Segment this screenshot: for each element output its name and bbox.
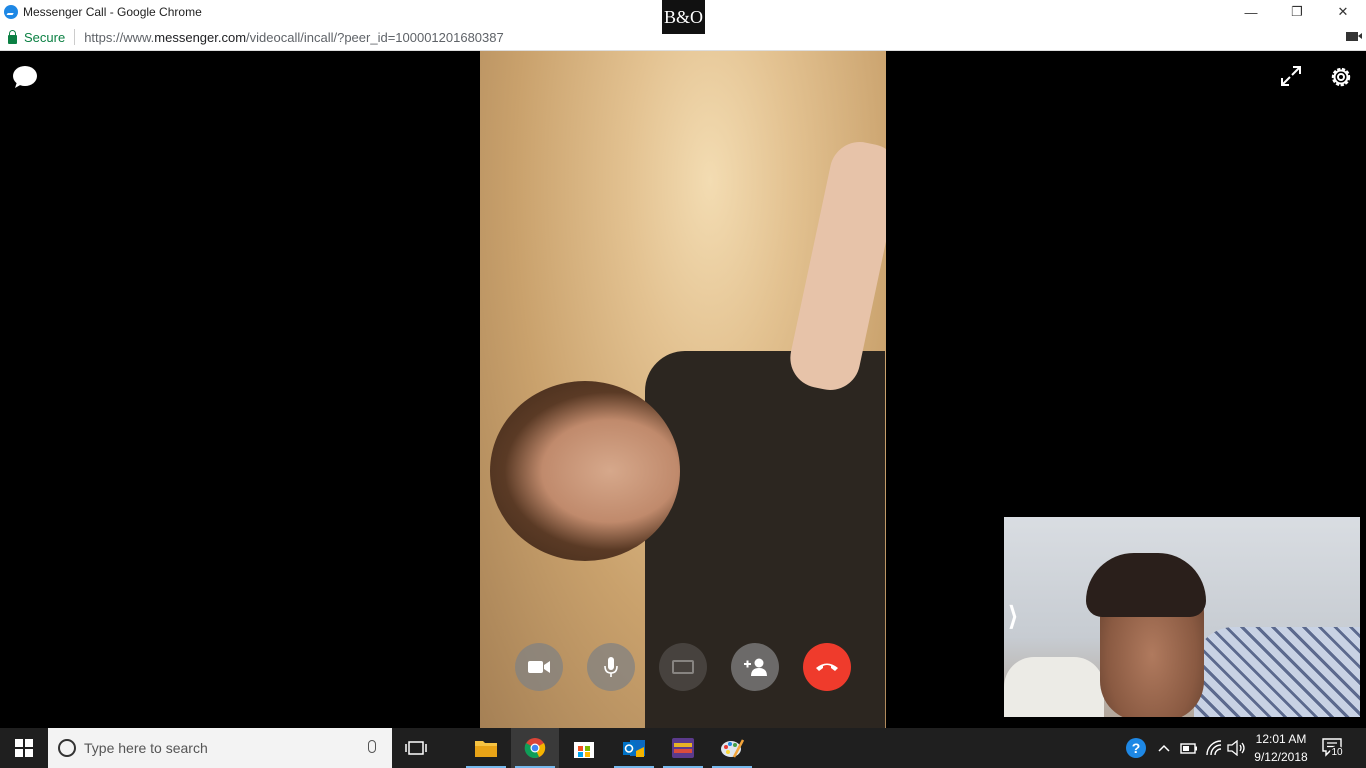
windows-icon (15, 739, 33, 757)
url-host[interactable]: messenger.com (154, 30, 246, 45)
video-camera-icon (528, 661, 550, 673)
battery-icon (1180, 743, 1197, 754)
microphone-icon (604, 657, 618, 677)
taskbar-outlook[interactable] (610, 728, 658, 768)
call-area: ⟩ (0, 51, 1366, 728)
self-view-blanket (1194, 627, 1360, 717)
cortana-icon (58, 739, 76, 757)
camera-in-use-icon[interactable] (1346, 32, 1362, 41)
game-app-icon (672, 738, 694, 758)
microphone-icon[interactable] (368, 740, 376, 753)
lock-icon[interactable] (8, 29, 17, 44)
window-title: Messenger Call - Google Chrome (23, 5, 202, 19)
outlook-icon (623, 740, 645, 757)
search-placeholder[interactable]: Type here to search (84, 740, 208, 756)
taskbar-google-chrome[interactable] (511, 728, 559, 768)
battery-tray-button[interactable] (1178, 728, 1200, 768)
start-button[interactable] (0, 728, 48, 768)
chat-icon[interactable] (12, 65, 38, 89)
volume-tray-button[interactable] (1226, 728, 1248, 768)
add-person-button[interactable] (731, 643, 779, 691)
gear-icon[interactable] (1328, 64, 1354, 90)
end-call-button[interactable] (803, 643, 851, 691)
self-view-video[interactable]: ⟩ (1004, 517, 1360, 717)
chevron-up-icon (1158, 744, 1170, 752)
url-path[interactable]: /videocall/incall/?peer_id=1000012016803… (246, 30, 504, 45)
task-view-icon (405, 741, 427, 755)
chrome-icon (524, 738, 546, 758)
clock-time: 12:01 AM (1255, 732, 1307, 746)
minimize-button[interactable]: — (1228, 0, 1274, 24)
taskbar-game-app[interactable] (659, 728, 707, 768)
restore-button[interactable]: ❐ (1274, 0, 1320, 24)
remote-video (480, 51, 886, 728)
collapse-self-view-icon[interactable]: ⟩ (1008, 601, 1018, 632)
paint-palette-icon (721, 739, 744, 758)
speaker-icon (1227, 740, 1245, 756)
network-tray-button[interactable] (1202, 728, 1226, 768)
call-controls (515, 643, 855, 691)
taskbar-file-explorer[interactable] (462, 728, 510, 768)
wifi-icon (1206, 740, 1222, 756)
messenger-icon (4, 5, 18, 19)
taskbar-clock[interactable]: 12:01 AM 9/12/2018 (1246, 730, 1316, 766)
hang-up-icon (816, 663, 838, 671)
clock-date: 9/12/2018 (1254, 750, 1308, 764)
close-button[interactable]: ✕ (1320, 0, 1366, 24)
taskbar-microsoft-store[interactable] (560, 728, 608, 768)
taskbar-paint[interactable] (708, 728, 756, 768)
microphone-toggle-button[interactable] (587, 643, 635, 691)
help-icon: ? (1126, 738, 1146, 758)
help-tray-button[interactable]: ? (1124, 728, 1148, 768)
show-hidden-icons-button[interactable] (1154, 728, 1174, 768)
store-icon (574, 742, 594, 758)
remote-video-head (490, 381, 680, 561)
folder-icon (475, 741, 497, 757)
windows-taskbar: Type here to search ? 12:01 AM 9/12/2018… (0, 728, 1366, 768)
security-label[interactable]: Secure (24, 30, 65, 45)
taskbar-search-box[interactable]: Type here to search (48, 728, 392, 768)
self-view-hair (1086, 553, 1206, 617)
task-view-button[interactable] (392, 728, 440, 768)
address-separator (74, 29, 76, 45)
screen-share-icon (672, 660, 694, 674)
svg-text:?: ? (1132, 740, 1141, 756)
camera-toggle-button[interactable] (515, 643, 563, 691)
window-controls: — ❐ ✕ (1228, 0, 1366, 24)
notification-badge: 10 (1330, 746, 1344, 759)
action-center-button[interactable]: 10 (1322, 738, 1344, 759)
bo-logo-overlay: B&O (662, 0, 705, 34)
self-view-pillow (1004, 657, 1104, 717)
fullscreen-icon[interactable] (1280, 65, 1302, 87)
url-prefix[interactable]: https://www. (84, 30, 154, 45)
add-person-icon (744, 658, 767, 676)
screen-share-button[interactable] (659, 643, 707, 691)
